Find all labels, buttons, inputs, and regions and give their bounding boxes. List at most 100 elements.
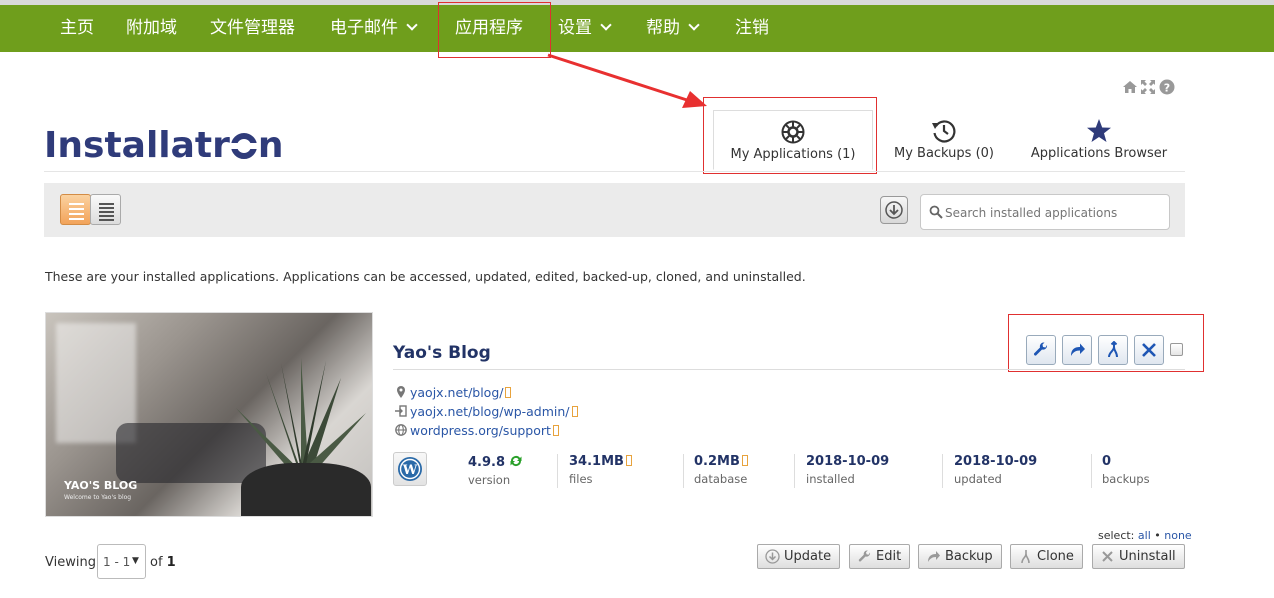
login-icon — [395, 405, 407, 417]
admin-link-row: yaojx.net/blog/wp-admin/ — [395, 404, 578, 419]
select-all-link[interactable]: all — [1138, 529, 1151, 542]
uninstall-button[interactable]: Uninstall — [1092, 544, 1185, 569]
backup-button[interactable]: Backup — [918, 544, 1002, 569]
nav-applications[interactable]: 应用程序 — [455, 5, 523, 52]
close-x-icon — [1142, 343, 1156, 357]
refresh-icon[interactable] — [509, 454, 523, 468]
select-app-checkbox[interactable] — [1170, 343, 1183, 356]
external-link-icon[interactable] — [505, 387, 512, 398]
tab-divider — [44, 171, 1185, 172]
nav-email[interactable]: 电子邮件 — [330, 5, 418, 52]
nav-settings[interactable]: 设置 — [558, 5, 612, 52]
top-navigation: 主页 附加域 文件管理器 电子邮件 应用程序 设置 帮助 注销 — [0, 5, 1274, 52]
select-label: select: — [1098, 529, 1135, 542]
tab-my-backups[interactable]: My Backups (0) — [886, 110, 1002, 170]
stat-updated: 2018-10-09 updated — [954, 454, 1038, 486]
compact-view-button[interactable] — [90, 194, 121, 225]
uninstall-app-button[interactable] — [1134, 335, 1164, 365]
tab-label: My Applications (1) — [730, 147, 856, 162]
edit-button[interactable]: Edit — [849, 544, 911, 569]
stat-divider — [942, 454, 943, 488]
svg-text:W: W — [402, 463, 418, 478]
select-separator: • — [1154, 529, 1161, 542]
home-icon[interactable] — [1122, 79, 1138, 95]
thumb-title: YAO'S BLOG — [64, 479, 138, 492]
location-pin-icon — [397, 386, 405, 398]
nav-file-manager[interactable]: 文件管理器 — [210, 5, 295, 52]
app-title[interactable]: Yao's Blog — [393, 343, 491, 363]
stat-divider — [794, 454, 795, 488]
stat-database: 0.2MB database — [694, 454, 748, 486]
update-button[interactable]: Update — [757, 544, 841, 569]
support-url-link[interactable]: wordpress.org/support — [410, 423, 551, 438]
app-thumbnail[interactable]: YAO'S BLOG Welcome to Yao's blog — [45, 312, 373, 517]
select-all-none: select: all • none — [1098, 529, 1192, 542]
admin-url-link[interactable]: yaojx.net/blog/wp-admin/ — [410, 404, 570, 419]
intro-text: These are your installed applications. A… — [45, 269, 806, 284]
download-circle-icon — [765, 549, 780, 564]
external-link-icon[interactable] — [571, 406, 578, 417]
tab-label: Applications Browser — [1030, 146, 1168, 161]
stat-divider — [557, 454, 558, 488]
stat-version: 4.9.8 version — [468, 454, 523, 487]
title-divider — [393, 369, 1185, 370]
chevron-down-icon — [406, 19, 418, 31]
site-link-row: yaojx.net/blog/ — [395, 385, 512, 400]
stat-divider — [1091, 454, 1092, 488]
stat-files: 34.1MB files — [569, 454, 632, 486]
tab-applications-browser[interactable]: Applications Browser — [1028, 110, 1170, 170]
svg-text:?: ? — [1164, 82, 1170, 95]
thumb-plant — [236, 358, 366, 471]
redo-arrow-icon — [1071, 343, 1085, 356]
globe-icon — [395, 424, 407, 436]
fullscreen-icon[interactable] — [1140, 79, 1156, 95]
search-icon — [929, 205, 943, 219]
page-total: of 1 — [150, 555, 176, 570]
help-icon[interactable]: ? — [1159, 79, 1175, 95]
wrench-icon — [1033, 342, 1048, 356]
nav-logout[interactable]: 注销 — [735, 5, 769, 52]
stat-installed: 2018-10-09 installed — [806, 454, 890, 486]
thumb-pot — [241, 463, 371, 516]
tab-label: My Backups (0) — [893, 146, 994, 161]
thumb-subtitle: Welcome to Yao's blog — [64, 494, 132, 501]
chevron-down-icon — [600, 19, 612, 31]
download-circle-icon — [885, 201, 903, 219]
select-none-link[interactable]: none — [1164, 529, 1191, 542]
external-link-icon[interactable] — [552, 425, 559, 436]
chevron-down-icon — [688, 19, 700, 31]
page-range-value: 1 - 1 — [103, 555, 131, 569]
nav-addon-domains[interactable]: 附加域 — [126, 5, 177, 52]
page-range-select[interactable]: 1 - 1 ▼ — [97, 544, 146, 579]
apps-toolbar — [44, 183, 1185, 237]
redo-arrow-icon — [928, 551, 940, 562]
clone-button[interactable]: Clone — [1010, 544, 1083, 569]
wordpress-logo-icon: W — [393, 452, 427, 486]
nav-help[interactable]: 帮助 — [646, 5, 700, 52]
my-applications-icon — [781, 120, 805, 144]
download-button[interactable] — [880, 196, 908, 224]
branch-fork-icon — [1108, 341, 1118, 358]
list-view-button[interactable] — [60, 194, 91, 225]
external-link-icon[interactable] — [741, 455, 748, 466]
close-x-icon — [1102, 551, 1113, 562]
search-box — [920, 194, 1170, 230]
edit-settings-button[interactable] — [1026, 335, 1056, 365]
installatron-logo: Installatr n — [44, 125, 284, 166]
site-url-link[interactable]: yaojx.net/blog/ — [410, 385, 503, 400]
dropdown-arrow-icon: ▼ — [132, 556, 139, 566]
external-link-icon[interactable] — [625, 455, 632, 466]
backups-clock-icon — [932, 120, 956, 143]
viewing-label: Viewing — [45, 555, 96, 570]
stat-divider — [683, 454, 684, 488]
stat-backups: 0 backups — [1102, 454, 1150, 486]
update-app-button[interactable] — [1062, 335, 1092, 365]
wrench-icon — [858, 550, 871, 562]
support-link-row: wordpress.org/support — [395, 423, 559, 438]
nav-home[interactable]: 主页 — [60, 5, 94, 52]
star-icon — [1087, 119, 1111, 142]
search-input[interactable] — [945, 202, 1165, 224]
logo-power-o — [230, 133, 257, 159]
tab-my-applications[interactable]: My Applications (1) — [713, 110, 873, 170]
clone-app-button[interactable] — [1098, 335, 1128, 365]
